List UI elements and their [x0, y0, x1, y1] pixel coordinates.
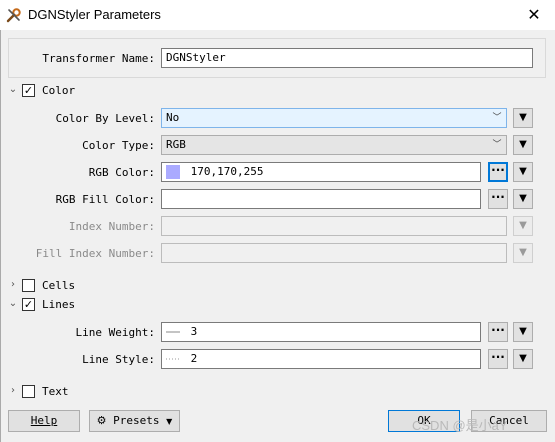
rgb-color-input[interactable]: 170,170,255 [161, 162, 481, 182]
chevron-right-icon[interactable]: › [8, 385, 18, 397]
line-weight-label: Line Weight: [75, 326, 155, 339]
color-section-checkbox[interactable]: ✓ [22, 84, 35, 97]
close-icon[interactable]: ✕ [522, 3, 546, 27]
index-number-label: Index Number: [68, 220, 155, 233]
rgb-color-label: RGB Color: [88, 166, 155, 179]
chevron-down-icon: ﹀ [492, 140, 502, 150]
fill-index-number-menu-button: ▼ [513, 243, 533, 263]
presets-button-label: Presets [113, 414, 160, 427]
chevron-down-icon[interactable]: ⌄ [8, 84, 18, 96]
rgb-fill-color-label: RGB Fill Color: [55, 193, 155, 206]
color-by-level-value: No [166, 111, 180, 124]
rgb-color-value: 170,170,255 [190, 165, 264, 178]
rgb-color-more-button[interactable]: ··· [488, 162, 508, 182]
help-button-label: Help [30, 414, 58, 427]
title-bar: DGNStyler Parameters ✕ [0, 0, 555, 30]
line-weight-input[interactable]: 3 [161, 322, 481, 342]
line-style-input[interactable]: 2 [161, 349, 481, 369]
rgb-fill-color-input[interactable] [161, 189, 481, 209]
line-weight-more-button[interactable]: ··· [488, 322, 508, 342]
line-style-menu-button[interactable]: ▼ [513, 349, 533, 369]
color-by-level-select[interactable]: No [161, 108, 507, 128]
line-weight-value: 3 [190, 325, 198, 338]
fill-index-number-input [161, 243, 507, 263]
fill-index-number-label: Fill Index Number: [35, 247, 155, 260]
chevron-down-icon: ﹀ [492, 113, 502, 123]
color-type-value: RGB [166, 138, 186, 151]
cells-section-checkbox[interactable] [22, 279, 35, 292]
window-title: DGNStyler Parameters [28, 7, 161, 22]
line-weight-menu-button[interactable]: ▼ [513, 322, 533, 342]
rgb-color-menu-button[interactable]: ▼ [513, 162, 533, 182]
wrench-gear-icon [6, 8, 21, 23]
text-section-label: Text [42, 385, 69, 398]
color-by-level-menu-button[interactable]: ▼ [513, 108, 533, 128]
line-style-preview-icon [166, 358, 180, 360]
transformer-name-label: Transformer Name: [42, 52, 155, 65]
color-by-level-label: Color By Level: [55, 112, 155, 125]
text-section-checkbox[interactable] [22, 385, 35, 398]
gear-icon: ⚙ [96, 414, 107, 427]
color-type-menu-button[interactable]: ▼ [513, 135, 533, 155]
triangle-down-icon: ▼ [166, 417, 173, 426]
color-type-select[interactable]: RGB [161, 135, 507, 155]
color-section-label: Color [42, 84, 76, 97]
chevron-down-icon[interactable]: ⌄ [8, 298, 18, 310]
watermark: CSDN @是小aY [412, 418, 508, 433]
rgb-fill-color-more-button[interactable]: ··· [488, 189, 508, 209]
lines-section-checkbox[interactable]: ✓ [22, 298, 35, 311]
cells-section-label: Cells [42, 279, 76, 292]
transformer-name-input[interactable]: DGNStyler [161, 48, 533, 68]
rgb-fill-color-menu-button[interactable]: ▼ [513, 189, 533, 209]
line-style-more-button[interactable]: ··· [488, 349, 508, 369]
color-type-label: Color Type: [82, 139, 155, 152]
index-number-input [161, 216, 507, 236]
color-swatch[interactable] [166, 165, 180, 179]
line-weight-preview-icon [166, 331, 180, 333]
line-style-label: Line Style: [82, 353, 155, 366]
presets-button[interactable]: ⚙ Presets ▼ [89, 410, 180, 432]
help-button[interactable]: Help [8, 410, 80, 432]
dialog-body [0, 30, 555, 442]
chevron-right-icon[interactable]: › [8, 279, 18, 291]
index-number-menu-button: ▼ [513, 216, 533, 236]
line-style-value: 2 [190, 352, 198, 365]
lines-section-label: Lines [42, 298, 76, 311]
